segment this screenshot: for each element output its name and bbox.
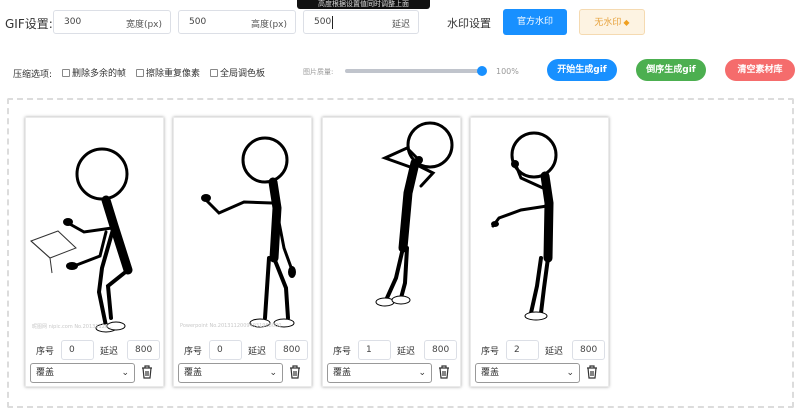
quality-value: 100% bbox=[496, 67, 519, 76]
gif-settings-label: GIF设置: bbox=[5, 17, 53, 31]
trash-icon[interactable] bbox=[288, 364, 302, 380]
text-caret bbox=[332, 16, 333, 29]
watermark-settings-label: 水印设置 bbox=[447, 17, 491, 30]
trash-icon[interactable] bbox=[585, 364, 599, 380]
frame-mode-value: 覆盖 bbox=[184, 368, 203, 378]
checkbox-box bbox=[136, 68, 144, 77]
checkbox-erase-pixels[interactable]: 擦除重复像素 bbox=[136, 66, 200, 79]
frame-card: 序号 2 延迟 800 覆盖 ⌄ bbox=[470, 117, 609, 387]
seq-label: 序号 bbox=[184, 347, 203, 357]
delay-input[interactable]: 500 延迟 bbox=[303, 10, 419, 34]
frame-mode-value: 覆盖 bbox=[36, 368, 55, 378]
seq-input[interactable]: 0 bbox=[209, 340, 242, 360]
frame-mode-select[interactable]: 覆盖 ⌄ bbox=[475, 363, 580, 383]
checkbox-remove-frames[interactable]: 删除多余的帧 bbox=[62, 66, 126, 79]
width-unit: 宽度(px) bbox=[125, 20, 162, 30]
reverse-generate-button[interactable]: 倒序生成gif bbox=[636, 59, 706, 81]
compress-options-label: 压缩选项: bbox=[13, 70, 53, 80]
frame-delay-input[interactable]: 800 bbox=[275, 340, 308, 360]
seq-label: 序号 bbox=[36, 347, 55, 357]
frame-mode-select[interactable]: 覆盖 ⌄ bbox=[178, 363, 283, 383]
frame-delay-input[interactable]: 800 bbox=[424, 340, 457, 360]
width-input[interactable]: 300 宽度(px) bbox=[53, 10, 171, 34]
quality-label: 图片质量: bbox=[303, 68, 334, 76]
frame-watermark-text: Powerpoint No.20131120094931988000 bbox=[180, 323, 282, 329]
chevron-down-icon: ⌄ bbox=[418, 368, 426, 378]
width-value: 300 bbox=[64, 17, 82, 27]
seq-input[interactable]: 2 bbox=[506, 340, 539, 360]
checkbox-label: 擦除重复像素 bbox=[146, 69, 201, 79]
diamond-icon: ◆ bbox=[623, 18, 630, 27]
delay-unit: 延迟 bbox=[391, 20, 410, 30]
checkbox-global-palette[interactable]: 全局调色板 bbox=[210, 66, 265, 79]
trash-icon[interactable] bbox=[437, 364, 451, 380]
no-watermark-button[interactable]: 无水印 ◆ bbox=[579, 9, 645, 35]
chevron-down-icon: ⌄ bbox=[269, 368, 277, 378]
delay-label: 延迟 bbox=[248, 347, 267, 357]
seq-input[interactable]: 0 bbox=[61, 340, 94, 360]
delay-value: 500 bbox=[314, 17, 332, 27]
frame-mode-value: 覆盖 bbox=[481, 368, 500, 378]
frame-card: Powerpoint No.20131120094931988000 序号 0 … bbox=[173, 117, 312, 387]
frame-watermark-text: 昵图网 nipic.com No.20131120... bbox=[32, 324, 113, 330]
frame-card: 序号 1 延迟 800 覆盖 ⌄ bbox=[322, 117, 461, 387]
delay-label: 延迟 bbox=[545, 347, 564, 357]
official-watermark-button[interactable]: 官方水印 bbox=[503, 9, 567, 35]
slider-handle[interactable] bbox=[477, 66, 487, 76]
frame-image bbox=[174, 118, 311, 334]
frame-delay-input[interactable]: 800 bbox=[572, 340, 605, 360]
trash-icon[interactable] bbox=[140, 364, 154, 380]
checkbox-label: 全局调色板 bbox=[220, 69, 266, 79]
seq-label: 序号 bbox=[481, 347, 500, 357]
delay-label: 延迟 bbox=[100, 347, 119, 357]
no-watermark-label: 无水印 bbox=[594, 18, 622, 28]
checkbox-box bbox=[210, 68, 218, 77]
frame-image bbox=[26, 118, 163, 334]
frame-mode-select[interactable]: 覆盖 ⌄ bbox=[327, 363, 432, 383]
frame-mode-select[interactable]: 覆盖 ⌄ bbox=[30, 363, 135, 383]
quality-slider[interactable] bbox=[345, 66, 487, 76]
checkbox-box bbox=[62, 68, 70, 77]
frame-mode-value: 覆盖 bbox=[333, 368, 352, 378]
seq-label: 序号 bbox=[333, 347, 352, 357]
checkbox-label: 删除多余的帧 bbox=[72, 69, 127, 79]
seq-input[interactable]: 1 bbox=[358, 340, 391, 360]
chevron-down-icon: ⌄ bbox=[121, 368, 129, 378]
delay-label: 延迟 bbox=[397, 347, 416, 357]
frame-delay-input[interactable]: 800 bbox=[127, 340, 160, 360]
tooltip: 高度根据设置值同时调整上面 bbox=[297, 0, 430, 9]
frame-image bbox=[471, 118, 608, 334]
height-value: 500 bbox=[189, 17, 207, 27]
clear-library-button[interactable]: 清空素材库 bbox=[725, 59, 795, 81]
frame-card: 昵图网 nipic.com No.20131120... 序号 0 延迟 800… bbox=[25, 117, 164, 387]
frame-image bbox=[323, 118, 460, 334]
height-unit: 高度(px) bbox=[250, 20, 287, 30]
height-input[interactable]: 500 高度(px) bbox=[178, 10, 296, 34]
chevron-down-icon: ⌄ bbox=[566, 368, 574, 378]
start-generate-button[interactable]: 开始生成gif bbox=[547, 59, 617, 81]
